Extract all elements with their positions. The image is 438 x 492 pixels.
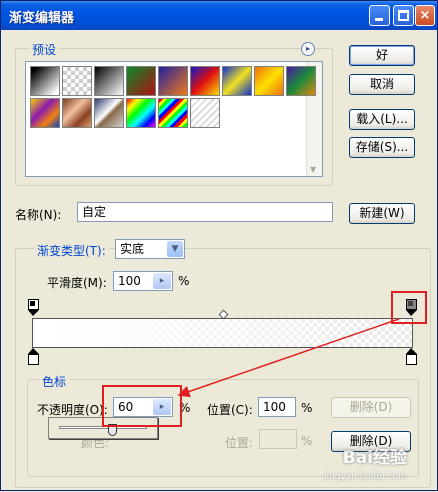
presets-menu-icon[interactable]: ▸ bbox=[301, 42, 315, 56]
preset-swatch-blue-yellow-blue[interactable] bbox=[222, 66, 252, 96]
close-button[interactable]: × bbox=[415, 5, 435, 26]
highlight-box-opacity bbox=[102, 385, 182, 427]
preset-swatch-spectrum[interactable] bbox=[126, 98, 156, 128]
preset-swatch-copper[interactable] bbox=[62, 98, 92, 128]
close-icon: × bbox=[419, 8, 431, 23]
preset-swatch-transparent-stripes[interactable] bbox=[190, 98, 220, 128]
smoothness-input[interactable]: 100 ▸ bbox=[113, 271, 173, 291]
gradient-type-label: 渐变类型(T): bbox=[34, 242, 109, 259]
delete-button[interactable]: 删除(D) bbox=[331, 397, 411, 418]
location-percent: % bbox=[301, 401, 313, 415]
color-location-input[interactable] bbox=[259, 429, 297, 449]
preset-swatch-transparent-rainbow[interactable] bbox=[158, 98, 188, 128]
preset-swatch-yellow-violet-orange-blue[interactable] bbox=[30, 98, 60, 128]
chevron-down-icon[interactable]: ▼ bbox=[167, 241, 183, 257]
location-input[interactable]: 100 bbox=[258, 397, 296, 417]
smoothness-value: 100 bbox=[118, 274, 141, 288]
maximize-button[interactable] bbox=[393, 5, 414, 26]
maximize-icon bbox=[398, 10, 409, 21]
location-label: 位置(C): bbox=[207, 403, 253, 417]
preset-swatch-black-white-transparent[interactable] bbox=[94, 66, 124, 96]
save-button[interactable]: 存储(S)... bbox=[349, 137, 415, 158]
scroll-down-icon[interactable]: ▼ bbox=[310, 165, 316, 174]
minimize-button[interactable] bbox=[369, 5, 390, 26]
color-location-label: 位置: bbox=[225, 436, 254, 450]
stops-label: 色标 bbox=[39, 373, 70, 390]
smoothness-popup-icon[interactable]: ▸ bbox=[153, 273, 171, 289]
smoothness-percent: % bbox=[178, 274, 190, 288]
highlight-box-stop bbox=[391, 291, 427, 324]
cancel-button[interactable]: 取消 bbox=[349, 74, 415, 95]
preset-swatch-red-green[interactable] bbox=[126, 66, 156, 96]
presets-swatch-list: ▲ ▼ bbox=[25, 61, 323, 177]
name-label: 名称(N): bbox=[15, 208, 62, 222]
preset-swatch-black-white[interactable] bbox=[30, 66, 60, 96]
preset-swatch-checker-white[interactable] bbox=[62, 66, 92, 96]
color-location-percent: % bbox=[301, 434, 313, 448]
gradient-preview-bar[interactable] bbox=[32, 318, 413, 348]
preset-swatch-violet-orange[interactable] bbox=[158, 66, 188, 96]
watermark-url: jingyan.baidu.com bbox=[323, 472, 407, 482]
preset-swatch-orange-yellow-orange[interactable] bbox=[254, 66, 284, 96]
gradient-type-value: 实底 bbox=[120, 242, 145, 256]
watermark-logo: Bai经验 bbox=[342, 448, 407, 468]
presets-label: 预设 bbox=[29, 41, 60, 58]
ok-button[interactable]: 好 bbox=[349, 45, 415, 66]
preset-swatch-violet-green-orange[interactable] bbox=[286, 66, 316, 96]
load-button[interactable]: 载入(L)... bbox=[349, 109, 415, 130]
color-stop-left[interactable] bbox=[28, 348, 39, 366]
title-bar[interactable]: 渐变编辑器 × bbox=[1, 1, 437, 30]
new-button[interactable]: 新建(W) bbox=[349, 203, 415, 224]
gradient-editor-window: 渐变编辑器 × 预设 ▸ ▲ ▼ 好 取消 载入(L)... 存储(S)... … bbox=[0, 0, 438, 491]
preset-swatch-blue-red-yellow[interactable] bbox=[190, 66, 220, 96]
window-title: 渐变编辑器 bbox=[9, 11, 75, 26]
name-input[interactable]: 自定 bbox=[77, 202, 333, 222]
opacity-stop-left[interactable] bbox=[28, 299, 39, 316]
smoothness-label: 平滑度(M): bbox=[47, 276, 107, 290]
opacity-label: 不透明度(O): bbox=[37, 403, 108, 417]
preset-swatch-chrome[interactable] bbox=[94, 98, 124, 128]
gradient-type-select[interactable]: 实底 ▼ bbox=[115, 239, 185, 259]
minimize-icon bbox=[375, 18, 383, 21]
color-stop-right[interactable] bbox=[406, 348, 417, 366]
